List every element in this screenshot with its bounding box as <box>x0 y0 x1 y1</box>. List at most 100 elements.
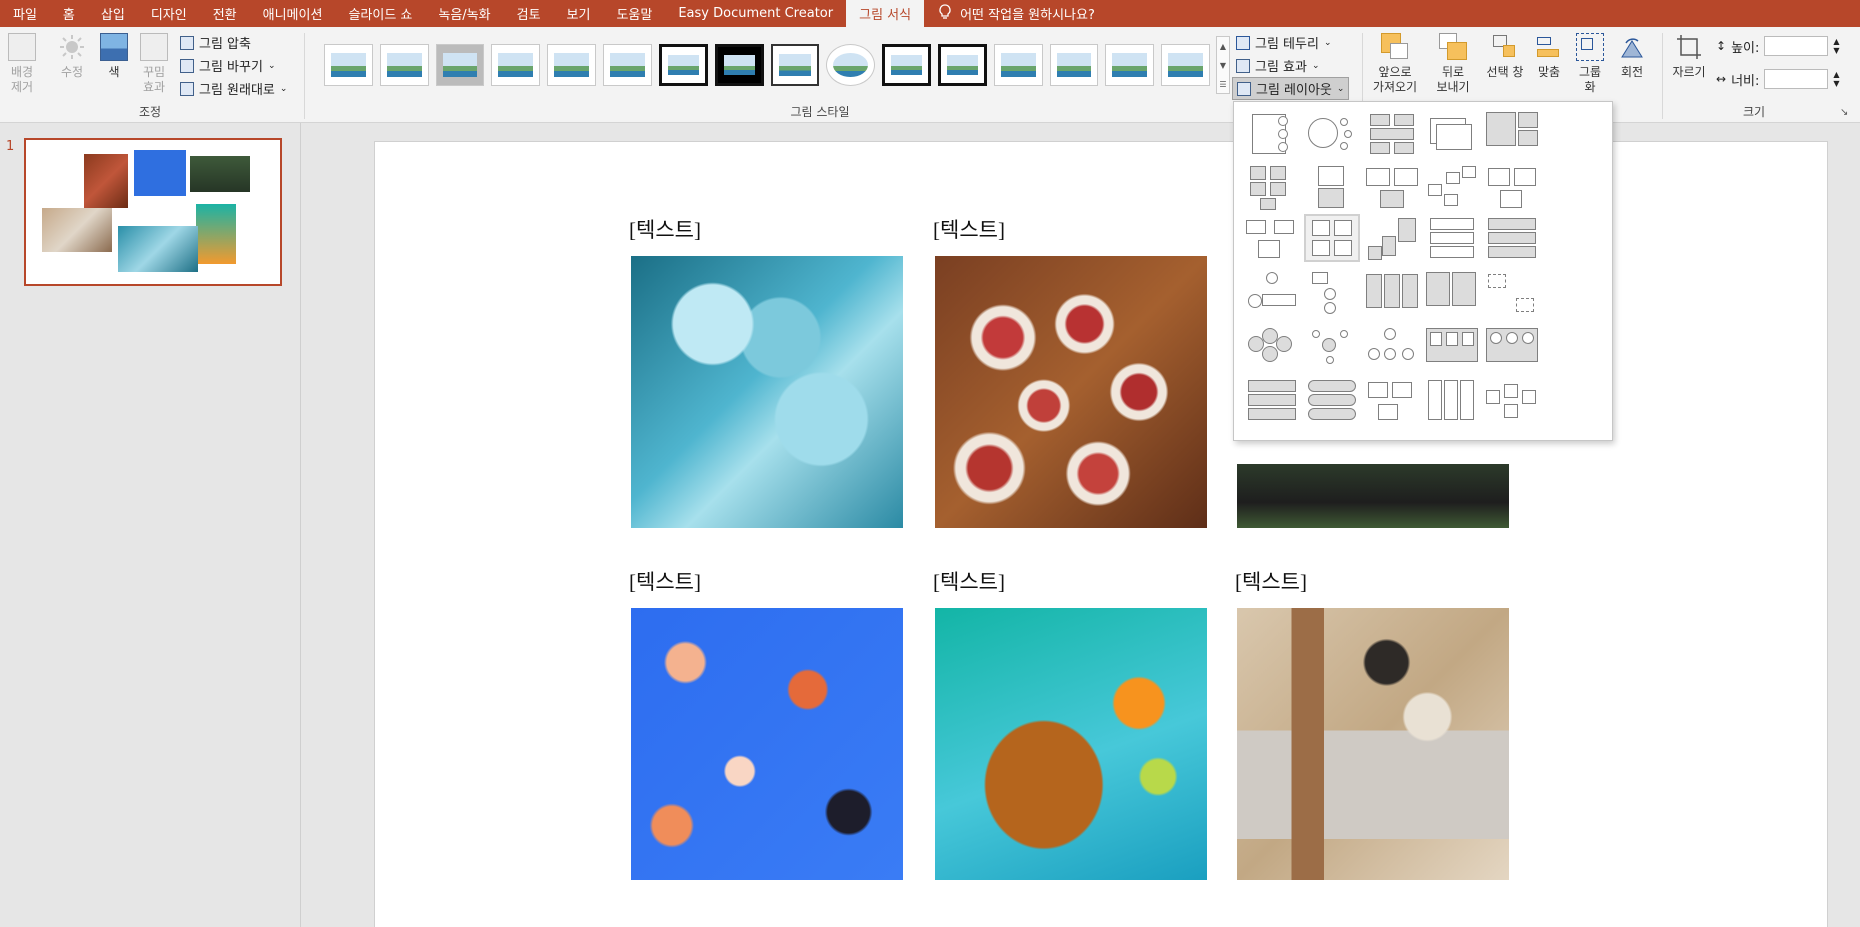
tab-recording[interactable]: 녹음/녹화 <box>425 0 503 27</box>
layout-option-28[interactable] <box>1364 378 1420 426</box>
layout-option-22[interactable] <box>1304 324 1360 372</box>
change-picture-button[interactable]: 그림 바꾸기 ⌄ <box>180 56 275 75</box>
picture-effects-button[interactable]: 그림 효과 ⌄ <box>1236 56 1320 75</box>
text-placeholder-5[interactable]: [텍스트] <box>1235 566 1307 596</box>
picture-style-8[interactable] <box>714 44 764 86</box>
layout-option-24[interactable] <box>1424 324 1480 372</box>
slide-thumbnail-1[interactable] <box>24 138 282 286</box>
layout-option-15[interactable] <box>1484 216 1540 264</box>
text-placeholder-2[interactable]: [텍스트] <box>933 214 1005 244</box>
tab-slideshow[interactable]: 슬라이드 쇼 <box>335 0 425 27</box>
layout-option-17[interactable] <box>1304 270 1360 318</box>
selection-pane-button[interactable]: 선택 창 <box>1480 33 1530 80</box>
puzzle-photo[interactable] <box>631 256 903 528</box>
width-input[interactable] <box>1764 69 1829 89</box>
layout-option-13[interactable] <box>1364 216 1420 264</box>
picture-style-11[interactable] <box>882 44 931 86</box>
layout-option-8[interactable] <box>1364 164 1420 212</box>
tab-animations[interactable]: 애니메이션 <box>250 0 336 27</box>
picture-style-15[interactable] <box>1105 44 1155 86</box>
rotate-button[interactable]: 회전 <box>1612 33 1652 80</box>
tab-view[interactable]: 보기 <box>554 0 604 27</box>
tab-picture-format[interactable]: 그림 서식 <box>846 0 925 27</box>
layout-option-30[interactable] <box>1484 378 1540 426</box>
height-spinner[interactable]: ▲ ▼ <box>1833 37 1839 55</box>
picture-style-12[interactable] <box>937 44 987 86</box>
layout-option-19[interactable] <box>1424 270 1480 318</box>
tab-easy-document-creator[interactable]: Easy Document Creator <box>665 0 846 27</box>
layout-option-25[interactable] <box>1484 324 1540 372</box>
picture-style-7[interactable] <box>658 44 708 86</box>
picture-style-13[interactable] <box>993 44 1043 86</box>
height-input[interactable] <box>1764 36 1829 56</box>
align-button[interactable]: 맞춤 <box>1532 33 1566 80</box>
picture-style-16[interactable] <box>1161 44 1211 86</box>
layout-option-7[interactable] <box>1304 164 1360 212</box>
layout-option-29[interactable] <box>1424 378 1480 426</box>
crop-button[interactable]: 자르기 <box>1666 33 1712 80</box>
layout-option-6[interactable] <box>1244 164 1300 212</box>
tab-design[interactable]: 디자인 <box>138 0 200 27</box>
layout-option-23[interactable] <box>1364 324 1420 372</box>
picture-style-6[interactable] <box>603 44 652 86</box>
artistic-effects-button[interactable]: 꾸밈 효과 <box>136 33 172 95</box>
layout-option-2[interactable] <box>1304 110 1360 158</box>
text-placeholder-3[interactable]: [텍스트] <box>629 566 701 596</box>
layout-option-4[interactable] <box>1424 110 1480 158</box>
group-button[interactable]: 그룹 화 <box>1570 33 1610 95</box>
width-spinner[interactable]: ▲ ▼ <box>1833 70 1839 88</box>
moodboard-photo[interactable] <box>1237 608 1509 880</box>
layout-option-26[interactable] <box>1244 378 1300 426</box>
layout-option-3[interactable] <box>1364 110 1420 158</box>
color-button[interactable]: 색 <box>96 33 132 80</box>
corrections-button[interactable]: 수정 <box>52 33 92 80</box>
tab-review[interactable]: 검토 <box>504 0 554 27</box>
tab-home[interactable]: 홈 <box>50 0 88 27</box>
layout-option-27[interactable] <box>1304 378 1360 426</box>
layout-option-18[interactable] <box>1364 270 1420 318</box>
layout-option-16[interactable] <box>1244 270 1300 318</box>
text-placeholder-4[interactable]: [텍스트] <box>933 566 1005 596</box>
fig-toast-photo[interactable] <box>935 256 1207 528</box>
size-dialog-launcher-icon[interactable]: ↘ <box>1840 107 1848 118</box>
more-icon[interactable]: ☰ <box>1217 75 1229 94</box>
reset-picture-button[interactable]: 그림 원래대로 ⌄ <box>180 79 287 98</box>
picture-style-5[interactable] <box>547 44 597 86</box>
tab-insert[interactable]: 삽입 <box>88 0 138 27</box>
picture-style-1[interactable] <box>324 44 373 86</box>
thumb-image-figs <box>84 154 128 208</box>
layout-option-5[interactable] <box>1484 110 1540 158</box>
picture-layout-button[interactable]: 그림 레이아웃 ⌄ <box>1232 77 1350 100</box>
chevron-up-icon[interactable]: ▲ <box>1217 37 1229 56</box>
compress-pictures-button[interactable]: 그림 압축 <box>180 33 251 52</box>
layout-option-1[interactable] <box>1244 110 1300 158</box>
layout-option-10[interactable] <box>1484 164 1540 212</box>
send-backward-label: 뒤로 보내기 <box>1436 65 1470 94</box>
layout-option-11[interactable] <box>1244 216 1300 264</box>
layout-option-9[interactable] <box>1424 164 1480 212</box>
layout-option-20[interactable] <box>1484 270 1540 318</box>
gallery-scroll[interactable]: ▲ ▼ ☰ <box>1216 36 1230 94</box>
chevron-down-icon[interactable]: ▼ <box>1217 56 1229 75</box>
woman-photo[interactable] <box>1237 464 1509 528</box>
picture-border-button[interactable]: 그림 테두리 ⌄ <box>1236 33 1331 52</box>
picture-style-2[interactable] <box>379 44 429 86</box>
iced-drink-photo[interactable] <box>935 608 1207 880</box>
bring-forward-button[interactable]: 앞으로 가져오기 <box>1366 33 1424 95</box>
picture-style-9[interactable] <box>770 44 820 86</box>
text-placeholder-1[interactable]: [텍스트] <box>629 214 701 244</box>
picture-style-14[interactable] <box>1049 44 1099 86</box>
tab-transitions[interactable]: 전환 <box>200 0 250 27</box>
remove-background-button[interactable]: 배경 제거 <box>4 33 40 95</box>
picture-style-10[interactable] <box>826 44 876 86</box>
layout-option-12-selected[interactable] <box>1304 214 1360 262</box>
tell-me-box[interactable]: 어떤 작업을 원하시나요? <box>924 0 1095 27</box>
layout-option-14[interactable] <box>1424 216 1480 264</box>
send-backward-button[interactable]: 뒤로 보내기 <box>1426 33 1480 95</box>
tab-file[interactable]: 파일 <box>0 0 50 27</box>
layout-option-21[interactable] <box>1244 324 1300 372</box>
picture-style-4[interactable] <box>491 44 541 86</box>
yoga-pattern-photo[interactable] <box>631 608 903 880</box>
picture-style-3[interactable] <box>435 44 485 86</box>
tab-help[interactable]: 도움말 <box>603 0 665 27</box>
